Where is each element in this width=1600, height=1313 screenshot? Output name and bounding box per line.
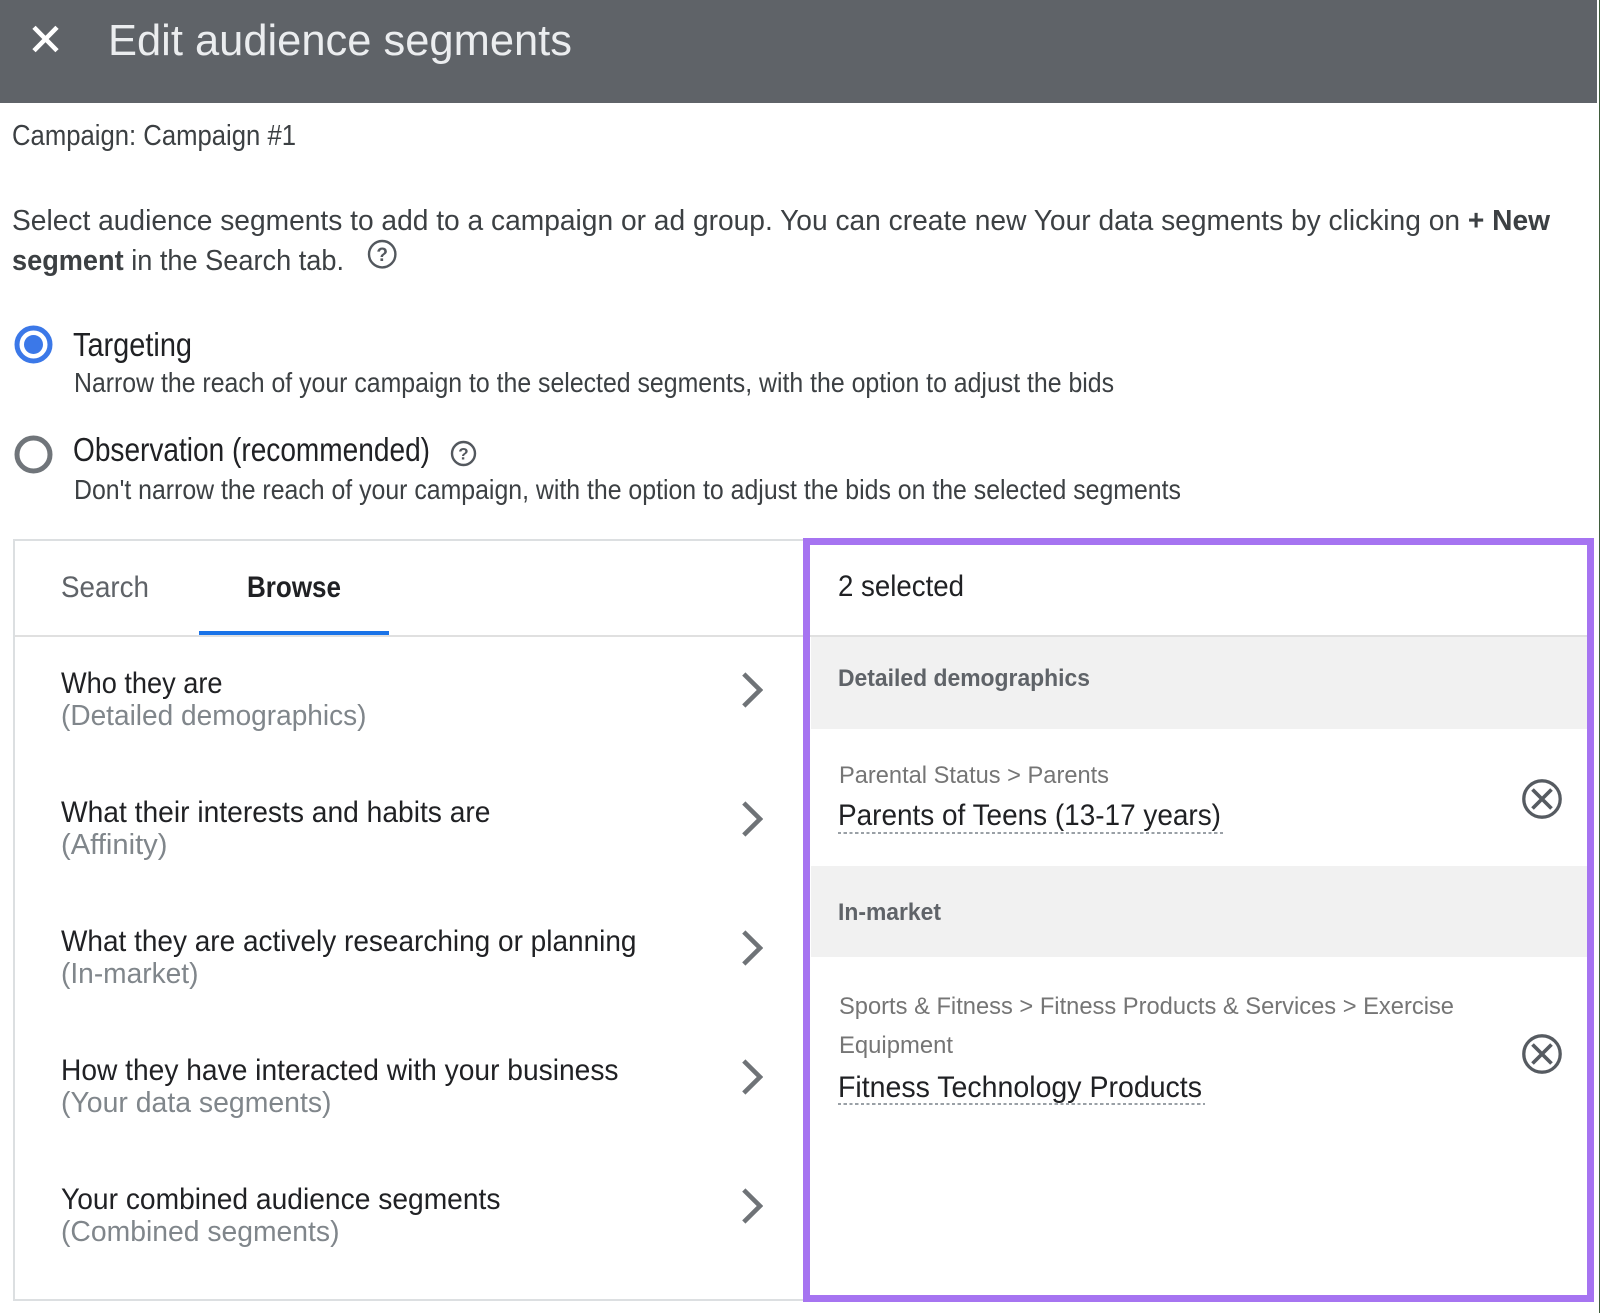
svg-text:?: ?	[376, 244, 388, 265]
svg-text:?: ?	[458, 445, 468, 464]
